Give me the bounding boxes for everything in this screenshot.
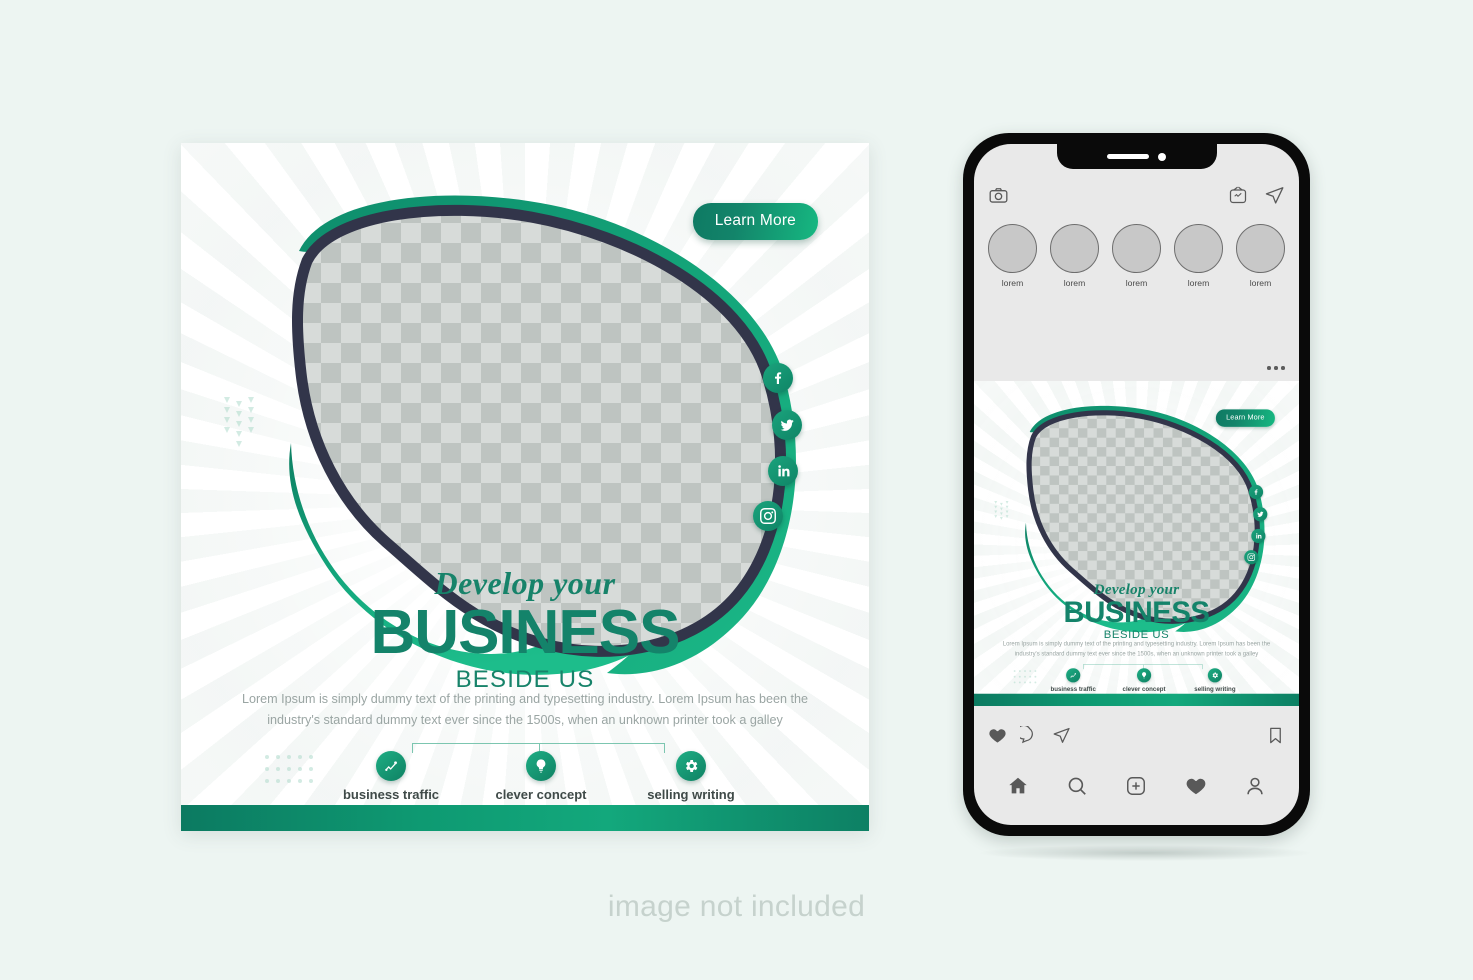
story-avatar xyxy=(988,224,1037,273)
feature-label: selling writing xyxy=(647,787,735,802)
phone-screen: lorem lorem lorem lorem lorem Learn More… xyxy=(974,144,1299,825)
poster-body-copy: Lorem Ipsum is simply dummy text of the … xyxy=(241,692,809,727)
heart-icon[interactable] xyxy=(988,726,1007,745)
chart-line-icon xyxy=(376,751,406,781)
headline-script: Develop your xyxy=(434,565,616,601)
igtv-icon[interactable] xyxy=(1228,185,1248,206)
facebook-icon[interactable] xyxy=(1248,484,1264,500)
feature-label: business traffic xyxy=(342,787,440,802)
feature-selling-writing: selling writing xyxy=(631,751,751,802)
stories-row: lorem lorem lorem lorem lorem xyxy=(974,224,1299,288)
lightbulb-icon xyxy=(526,751,556,781)
gear-icon xyxy=(1207,668,1223,683)
gear-icon xyxy=(676,751,706,781)
bottom-navigation xyxy=(974,765,1299,807)
feature-selling-writing: selling writing xyxy=(1187,668,1244,692)
story-item[interactable]: lorem xyxy=(1233,224,1288,288)
paper-plane-icon[interactable] xyxy=(1052,726,1071,745)
story-avatar xyxy=(1236,224,1285,273)
feature-label: clever concept xyxy=(495,787,587,802)
headline-script: Develop your xyxy=(1093,580,1180,598)
activity-heart-icon[interactable] xyxy=(1185,775,1207,797)
headline-block: Develop your BUSINESS BESIDE US xyxy=(181,567,869,694)
story-avatar xyxy=(1050,224,1099,273)
search-icon[interactable] xyxy=(1066,775,1088,797)
poster-footer-bar xyxy=(974,693,1299,706)
post-action-bar xyxy=(974,714,1299,756)
story-label: lorem xyxy=(1001,278,1024,288)
linkedin-icon[interactable] xyxy=(1251,528,1266,544)
feature-business-traffic: business traffic xyxy=(331,751,451,802)
instagram-icon[interactable] xyxy=(753,501,783,531)
learn-more-button[interactable]: Learn More xyxy=(692,203,818,240)
poster-body-copy: Lorem Ipsum is simply dummy text of the … xyxy=(1002,640,1271,657)
story-item[interactable]: lorem xyxy=(1109,224,1164,288)
post-options-icon[interactable] xyxy=(1267,366,1285,370)
feature-label: clever concept xyxy=(1122,685,1166,693)
linkedin-icon[interactable] xyxy=(768,456,798,486)
story-label: lorem xyxy=(1125,278,1148,288)
headline-main: BUSINESS xyxy=(1063,595,1210,629)
poster-card: Learn More Develop your BUSINESS BESIDE … xyxy=(181,143,869,831)
bookmark-icon[interactable] xyxy=(1266,726,1285,745)
feature-clever-concept: clever concept xyxy=(1116,668,1173,692)
home-icon[interactable] xyxy=(1007,775,1029,797)
story-label: lorem xyxy=(1063,278,1086,288)
lightbulb-icon xyxy=(1136,668,1152,683)
phone-notch xyxy=(1056,144,1217,169)
page-caption: image not included xyxy=(607,890,866,923)
feature-label: business traffic xyxy=(1050,685,1096,693)
facebook-icon[interactable] xyxy=(763,363,793,393)
phone-drop-shadow xyxy=(980,845,1310,861)
headline-main: BUSINESS xyxy=(370,598,681,667)
twitter-icon[interactable] xyxy=(1253,507,1268,522)
phone-mockup: lorem lorem lorem lorem lorem Learn More… xyxy=(963,133,1310,836)
twitter-icon[interactable] xyxy=(772,410,802,440)
front-camera-icon xyxy=(1158,152,1166,161)
camera-icon[interactable] xyxy=(988,185,1009,206)
story-avatar xyxy=(1112,224,1161,273)
story-item[interactable]: lorem xyxy=(1047,224,1102,288)
post-image[interactable]: Learn More Develop your BUSINESS BESIDE … xyxy=(974,381,1299,706)
feature-clever-concept: clever concept xyxy=(481,751,601,802)
profile-icon[interactable] xyxy=(1244,775,1266,797)
poster-footer-bar xyxy=(181,805,869,831)
chart-line-icon xyxy=(1066,668,1081,683)
story-label: lorem xyxy=(1187,278,1210,288)
learn-more-button[interactable]: Learn More xyxy=(1215,409,1275,427)
feature-business-traffic: business traffic xyxy=(1045,668,1102,692)
instagram-icon[interactable] xyxy=(1244,550,1259,565)
story-item[interactable]: lorem xyxy=(1171,224,1226,288)
feature-label: selling writing xyxy=(1194,685,1236,693)
earpiece-speaker xyxy=(1107,154,1149,159)
paper-plane-icon[interactable] xyxy=(1264,185,1285,206)
story-item[interactable]: lorem xyxy=(985,224,1040,288)
headline-block: Develop your BUSINESS BESIDE US xyxy=(974,581,1299,641)
instagram-header xyxy=(974,178,1299,212)
story-label: lorem xyxy=(1249,278,1272,288)
comment-bubble-icon[interactable] xyxy=(1020,725,1039,745)
story-avatar xyxy=(1174,224,1223,273)
add-post-icon[interactable] xyxy=(1125,775,1147,797)
